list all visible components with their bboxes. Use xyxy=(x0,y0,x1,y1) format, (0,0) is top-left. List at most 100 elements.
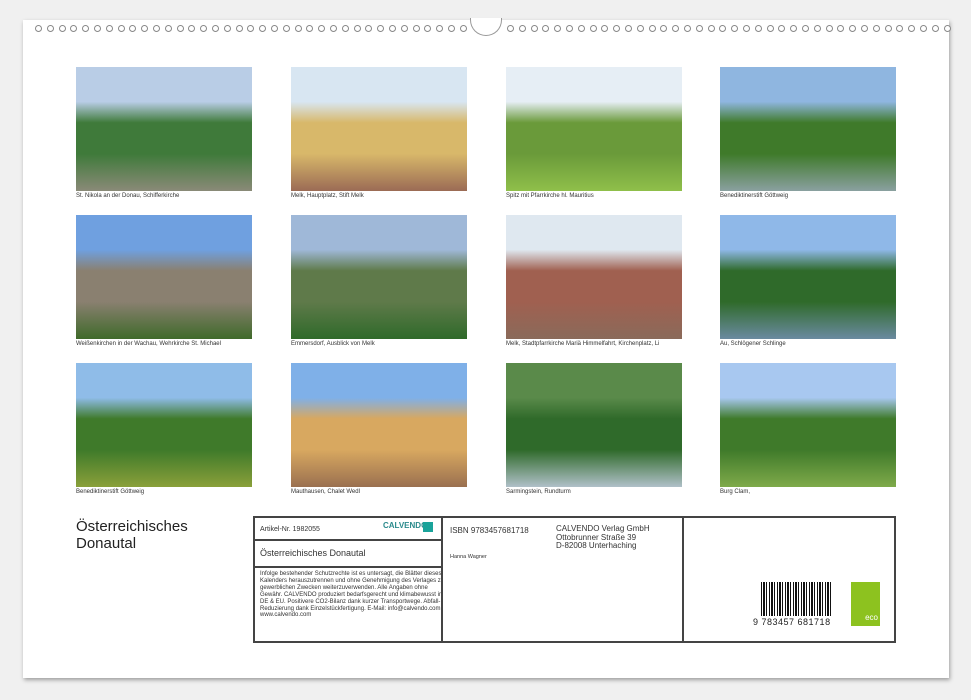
ring-hole xyxy=(885,25,892,32)
ring-hole xyxy=(401,25,408,32)
ring-hole xyxy=(660,25,667,32)
ring-hole xyxy=(778,25,785,32)
photo-caption: St. Nikola an der Donau, Schifferkirche xyxy=(76,193,179,199)
ring-hole xyxy=(141,25,148,32)
ring-hole xyxy=(767,25,774,32)
photo xyxy=(291,215,467,339)
ring-hole xyxy=(507,25,514,32)
photo xyxy=(76,67,252,191)
ring-hole xyxy=(247,25,254,32)
ring-hole xyxy=(318,25,325,32)
ring-hole xyxy=(283,25,290,32)
ring-hole xyxy=(649,25,656,32)
author: Hanna Wagner xyxy=(450,554,487,560)
ring-hole xyxy=(566,25,573,32)
ring-hole xyxy=(790,25,797,32)
ring-hole xyxy=(814,25,821,32)
ring-hole xyxy=(731,25,738,32)
ring-hole xyxy=(330,25,337,32)
calendar-title: Österreichisches Donautal xyxy=(76,518,236,552)
barcode-number: 9 783457 681718 xyxy=(753,617,831,627)
ring-hole xyxy=(70,25,77,32)
ring-hole xyxy=(59,25,66,32)
photo-caption: Burg Clam, xyxy=(720,489,750,495)
ring-hole xyxy=(601,25,608,32)
ring-hole xyxy=(908,25,915,32)
ring-hole xyxy=(554,25,561,32)
ring-hole xyxy=(932,25,939,32)
ring-hole xyxy=(295,25,302,32)
ring-hole xyxy=(389,25,396,32)
calvendo-logo-mark xyxy=(423,522,433,532)
ring-hole xyxy=(436,25,443,32)
ring-hole xyxy=(460,25,467,32)
publisher-line: D-82008 Unterhaching xyxy=(556,542,650,551)
ring-hole xyxy=(837,25,844,32)
photo xyxy=(506,67,682,191)
isbn: ISBN 9783457681718 xyxy=(450,526,529,535)
ring-hole xyxy=(578,25,585,32)
ring-hole xyxy=(35,25,42,32)
photo-caption: Sarmingstein, Rundturm xyxy=(506,489,571,495)
ring-hole xyxy=(896,25,903,32)
photo xyxy=(720,67,896,191)
ring-hole xyxy=(531,25,538,32)
ring-hole xyxy=(873,25,880,32)
ring-hole xyxy=(519,25,526,32)
ring-hole xyxy=(413,25,420,32)
photo xyxy=(720,363,896,487)
ring-hole xyxy=(129,25,136,32)
ring-hole xyxy=(94,25,101,32)
publisher-address: CALVENDO Verlag GmbH Ottobrunner Straße … xyxy=(556,525,650,551)
ring-hole xyxy=(944,25,951,32)
legal-text: Infolge bestehender Schutzrechte ist es … xyxy=(260,571,445,619)
ring-hole xyxy=(118,25,125,32)
ring-hole xyxy=(849,25,856,32)
ring-hole xyxy=(802,25,809,32)
photo-caption: Au, Schlögener Schlinge xyxy=(720,341,786,347)
ring-hole xyxy=(826,25,833,32)
divider xyxy=(254,566,442,568)
hanger-notch xyxy=(470,18,502,36)
ring-hole xyxy=(259,25,266,32)
ring-hole xyxy=(188,25,195,32)
photo-caption: Benediktinerstift Göttweig xyxy=(720,193,788,199)
ring-hole xyxy=(755,25,762,32)
ring-hole xyxy=(708,25,715,32)
ring-hole xyxy=(200,25,207,32)
ring-hole xyxy=(153,25,160,32)
ring-hole xyxy=(448,25,455,32)
ring-hole xyxy=(306,25,313,32)
ring-hole xyxy=(613,25,620,32)
photo-caption: Spitz mit Pfarrkirche hl. Mauritius xyxy=(506,193,594,199)
ring-hole xyxy=(271,25,278,32)
photo xyxy=(506,215,682,339)
ring-hole xyxy=(106,25,113,32)
ring-hole xyxy=(542,25,549,32)
binding-rings xyxy=(0,0,971,40)
ring-hole xyxy=(236,25,243,32)
ring-hole xyxy=(590,25,597,32)
photo-caption: Melk, Stadtpfarrkirche Mariä Himmelfahrt… xyxy=(506,341,659,347)
ring-hole xyxy=(696,25,703,32)
eco-leaf-icon: eco xyxy=(851,582,880,626)
photo xyxy=(506,363,682,487)
ring-hole xyxy=(377,25,384,32)
ring-hole xyxy=(354,25,361,32)
photo-caption: Benediktinerstift Göttweig xyxy=(76,489,144,495)
photo xyxy=(291,67,467,191)
barcode xyxy=(761,582,831,616)
photo xyxy=(291,363,467,487)
ring-hole xyxy=(224,25,231,32)
book-title: Österreichisches Donautal xyxy=(260,548,366,558)
photo xyxy=(76,363,252,487)
divider xyxy=(254,539,442,541)
ring-hole xyxy=(637,25,644,32)
ring-hole xyxy=(424,25,431,32)
ring-hole xyxy=(82,25,89,32)
ring-hole xyxy=(861,25,868,32)
ring-hole xyxy=(177,25,184,32)
ring-hole xyxy=(920,25,927,32)
ring-hole xyxy=(47,25,54,32)
photo xyxy=(720,215,896,339)
